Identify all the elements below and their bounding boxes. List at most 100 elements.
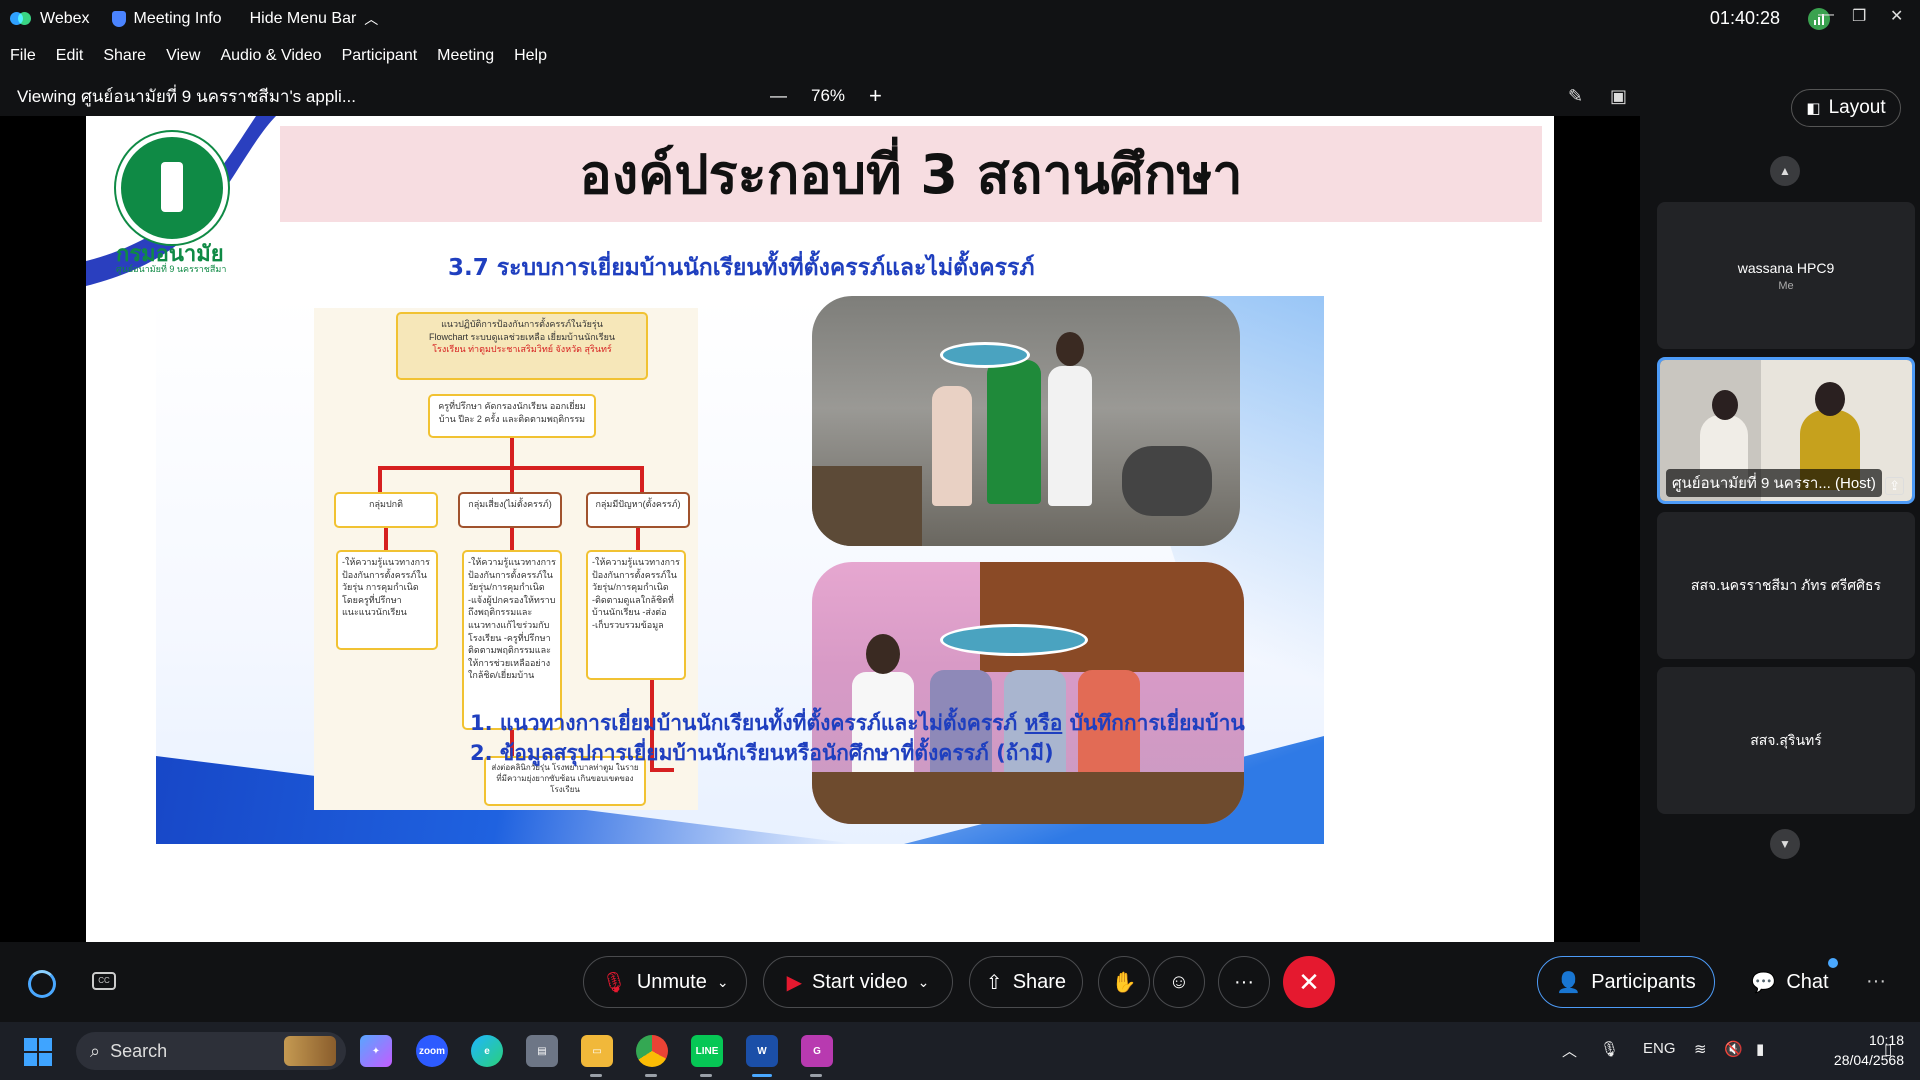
closed-captions-icon[interactable]: CC [92, 972, 116, 990]
logo-center-name: ศูนย์อนามัยที่ 9 นครราชสีมา [116, 264, 227, 274]
battery-icon[interactable]: ▮ [1756, 1040, 1764, 1058]
shield-icon [111, 11, 126, 27]
active-indicator [752, 1074, 772, 1077]
participant-tile-active-video[interactable]: ศูนย์อนามัยที่ 9 นครรา... (Host) ⇪ [1657, 357, 1915, 504]
slide-subtitle: 3.7 ระบบการเยี่ยมบ้านนักเรียนทั้งที่ตั้ง… [448, 255, 1035, 281]
flowchart-arrow [640, 466, 644, 492]
wifi-icon[interactable]: ≋ [1694, 1040, 1707, 1058]
running-indicator [645, 1074, 657, 1077]
slide-note-1: 1. แนวทางการเยี่ยมบ้านนักเรียนทั้งที่ตั้… [470, 707, 1245, 740]
person-icon: 👤 [1556, 971, 1582, 994]
menu-share[interactable]: Share [103, 47, 146, 65]
line-app-icon[interactable]: LINE [691, 1035, 723, 1067]
meeting-info-button[interactable]: Meeting Info [111, 10, 222, 28]
slide-note-2: 2. ข้อมูลสรุปการเยี่ยมบ้านนักเรียนหรือนั… [470, 741, 1054, 765]
menu-bar: File Edit Share View Audio & Video Parti… [0, 38, 547, 74]
file-explorer-icon[interactable]: ▭ [581, 1035, 613, 1067]
close-icon[interactable]: ✕ [1890, 6, 1903, 26]
reactions-icon[interactable]: ☺ [1153, 956, 1205, 1008]
slide-title-band: องค์ประกอบที่ 3 สถานศึกษา [280, 126, 1542, 222]
share-screen-icon: ⇪ [1885, 477, 1904, 495]
meeting-info-label: Meeting Info [133, 10, 222, 27]
running-indicator [700, 1074, 712, 1077]
slide-note-1-underline: หรือ [1024, 711, 1063, 735]
home-visit-photo-2 [812, 562, 1244, 824]
photo-person [1048, 366, 1092, 506]
participant-tile[interactable]: สสจ.นครราชสีมา ภัทร ศรีศศิธร [1657, 512, 1915, 659]
windows-start-icon[interactable] [24, 1038, 52, 1066]
meeting-clock: 01:40:28 [1709, 8, 1780, 28]
notifications-icon[interactable]: ▯ [1884, 1040, 1892, 1058]
participant-name: wassana HPC9 [1737, 259, 1835, 276]
raise-hand-icon[interactable]: ✋ [1098, 956, 1150, 1008]
annotate-icon[interactable]: ✎ [1568, 86, 1583, 107]
layout-button[interactable]: ◧ Layout [1791, 89, 1901, 127]
title-bar: Webex Meeting Info Hide Menu Bar ︿ 01:40… [0, 0, 1920, 38]
webex-taskbar-icon[interactable]: W [746, 1035, 778, 1067]
face-blur [940, 624, 1088, 656]
menu-edit[interactable]: Edit [56, 47, 84, 65]
slide-note-1-text: 1. แนวทางการเยี่ยมบ้านนักเรียนทั้งที่ตั้… [470, 711, 1025, 735]
more-options-button[interactable]: ··· [1218, 956, 1270, 1008]
share-button[interactable]: ⇧ Share [969, 956, 1083, 1008]
flowchart-detail: -ให้ความรู้แนวทางการป้องกันการตั้งครรภ์ใ… [462, 550, 562, 730]
show-hidden-icons[interactable]: ︿ [1562, 1040, 1577, 1061]
menu-participant[interactable]: Participant [342, 47, 418, 65]
start-video-button[interactable]: ▶ Start video ⌄ [763, 956, 953, 1008]
edge-browser-icon[interactable]: e [471, 1035, 503, 1067]
video-off-icon: ▶ [786, 971, 803, 994]
flowchart-arrow [384, 528, 388, 550]
zoom-level: 76% [811, 86, 846, 105]
chrome-browser-icon[interactable] [636, 1035, 668, 1067]
input-language[interactable]: ENG [1643, 1040, 1676, 1057]
hide-menu-bar-button[interactable]: Hide Menu Bar ︿ [250, 9, 379, 29]
end-call-icon[interactable]: ✕ [1283, 956, 1335, 1008]
photo-sofa [812, 772, 1244, 824]
flowchart-header-line: โรงเรียน ท่าตูมประชาเสริมวิทย์ จังหวัด ส… [432, 344, 612, 355]
menu-audio-video[interactable]: Audio & Video [220, 47, 321, 65]
menu-help[interactable]: Help [514, 47, 547, 65]
chevron-down-icon: ⌄ [716, 973, 729, 990]
participant-tile[interactable]: สสจ.สุรินทร์ [1657, 667, 1915, 814]
copilot-icon[interactable]: ✦ [360, 1035, 392, 1067]
zoom-out-button[interactable]: — [770, 86, 787, 106]
running-indicator [590, 1074, 602, 1077]
chat-unread-badge [1828, 958, 1838, 968]
participant-tile[interactable]: wassana HPC9 Me [1657, 202, 1915, 349]
taskbar-search[interactable]: ⌕ Search [76, 1032, 346, 1070]
unmute-button[interactable]: 🎙 Unmute ⌄ [583, 956, 747, 1008]
flowchart-header-line: แนวปฏิบัติการป้องกันการตั้งครรภ์ในวัยรุ่… [441, 319, 603, 329]
scroll-up-icon[interactable]: ▲ [1770, 156, 1800, 186]
webex-window: Webex Meeting Info Hide Menu Bar ︿ 01:40… [0, 0, 1920, 1080]
share-icon: ⇧ [985, 971, 1003, 994]
menu-file[interactable]: File [10, 47, 36, 65]
screen-options-icon[interactable]: ▣ [1610, 86, 1627, 107]
scroll-down-icon[interactable]: ▼ [1770, 829, 1800, 859]
photo-person [987, 360, 1041, 504]
flowchart-arrow [636, 528, 640, 550]
chevron-down-icon: ⌄ [917, 973, 930, 990]
photo-bench [812, 466, 922, 546]
flowchart-step: ครูที่ปรึกษา คัดกรองนักเรียน ออกเยี่ยมบ้… [428, 394, 596, 438]
pdf-app-icon[interactable]: G [801, 1035, 833, 1067]
flowchart-detail: -ให้ความรู้แนวทางการป้องกันการตั้งครรภ์ใ… [586, 550, 686, 680]
mic-muted-icon: 🎙 [601, 971, 627, 994]
menu-view[interactable]: View [166, 47, 200, 65]
participant-name: สสจ.สุรินทร์ [1750, 731, 1822, 748]
zoom-app-icon[interactable]: zoom [416, 1035, 448, 1067]
participants-button[interactable]: 👤 Participants [1537, 956, 1715, 1008]
remote-desktop-icon[interactable]: ▤ [526, 1035, 558, 1067]
volume-muted-icon[interactable]: 🔇 [1724, 1040, 1743, 1058]
chat-bubble-icon: 💬 [1751, 971, 1777, 994]
mic-muted-tray-icon[interactable]: 🎙 [1600, 1040, 1619, 1058]
menu-meeting[interactable]: Meeting [437, 47, 494, 65]
restore-icon[interactable]: ❐ [1852, 6, 1866, 26]
minimize-icon[interactable]: — [1818, 6, 1834, 24]
home-visit-photo-1 [812, 296, 1240, 546]
ai-assistant-icon[interactable] [28, 970, 56, 998]
flowchart-header-line: Flowchart ระบบดูแลช่วยเหลือ เยี่ยมบ้านนั… [428, 331, 616, 342]
participant-name: ศูนย์อนามัยที่ 9 นครรา... (Host) [1666, 469, 1882, 497]
zoom-in-button[interactable]: + [869, 83, 882, 109]
more-panel-icon[interactable]: ··· [1866, 970, 1886, 993]
participant-name: สสจ.นครราชสีมา ภัทร ศรีศศิธร [1690, 576, 1882, 593]
